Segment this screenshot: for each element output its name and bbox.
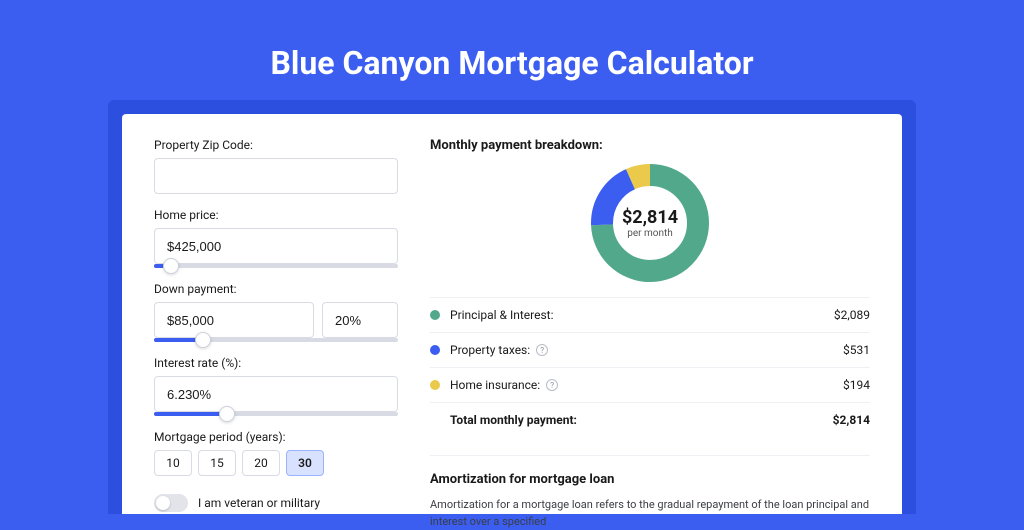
breakdown-column: Monthly payment breakdown: $2,814 per mo… — [430, 138, 870, 514]
legend: Principal & Interest: $2,089 Property ta… — [430, 297, 870, 437]
form-column: Property Zip Code: Home price: Down paym… — [154, 138, 398, 514]
home-price-input[interactable] — [154, 228, 398, 264]
panel-wrapper: Property Zip Code: Home price: Down paym… — [108, 100, 916, 514]
legend-value: $2,089 — [834, 308, 870, 322]
info-icon[interactable]: ? — [536, 344, 548, 356]
info-icon[interactable]: ? — [546, 379, 558, 391]
legend-row-insurance: Home insurance: ? $194 — [430, 368, 870, 403]
period-label: Mortgage period (years): — [154, 430, 398, 444]
donut-wrap: $2,814 per month — [430, 161, 870, 285]
zip-input[interactable] — [154, 158, 398, 194]
period-15-button[interactable]: 15 — [198, 450, 236, 476]
total-value: $2,814 — [833, 413, 870, 427]
field-period: Mortgage period (years): 10 15 20 30 — [154, 430, 398, 476]
slider-thumb[interactable] — [219, 406, 235, 422]
legend-label: Home insurance: ? — [450, 378, 843, 392]
slider-thumb[interactable] — [195, 332, 211, 348]
home-price-label: Home price: — [154, 208, 398, 222]
veteran-toggle[interactable] — [154, 494, 188, 512]
veteran-label: I am veteran or military — [198, 496, 320, 510]
zip-label: Property Zip Code: — [154, 138, 398, 152]
veteran-row: I am veteran or military — [154, 494, 398, 512]
toggle-knob — [156, 496, 170, 510]
period-group: 10 15 20 30 — [154, 450, 398, 476]
slider-thumb[interactable] — [163, 258, 179, 274]
dot-icon — [430, 380, 440, 390]
amortization-text: Amortization for a mortgage loan refers … — [430, 497, 870, 530]
page-title: Blue Canyon Mortgage Calculator — [0, 0, 1024, 100]
field-zip: Property Zip Code: — [154, 138, 398, 194]
amortization-title: Amortization for mortgage loan — [430, 455, 870, 487]
breakdown-title: Monthly payment breakdown: — [430, 138, 870, 153]
dot-icon — [430, 345, 440, 355]
calculator-panel: Property Zip Code: Home price: Down paym… — [122, 114, 902, 514]
donut-center: $2,814 per month — [588, 161, 712, 285]
total-label: Total monthly payment: — [450, 413, 833, 427]
down-payment-slider[interactable] — [154, 338, 398, 342]
donut-chart: $2,814 per month — [588, 161, 712, 285]
home-price-slider[interactable] — [154, 264, 398, 268]
donut-sub: per month — [627, 228, 673, 239]
field-home-price: Home price: — [154, 208, 398, 268]
interest-slider[interactable] — [154, 412, 398, 416]
down-payment-input[interactable] — [154, 302, 314, 338]
legend-row-taxes: Property taxes: ? $531 — [430, 333, 870, 368]
donut-amount: $2,814 — [622, 207, 678, 228]
legend-row-principal: Principal & Interest: $2,089 — [430, 298, 870, 333]
legend-value: $194 — [843, 378, 870, 392]
interest-label: Interest rate (%): — [154, 356, 398, 370]
interest-input[interactable] — [154, 376, 398, 412]
down-payment-pct-input[interactable] — [322, 302, 398, 338]
dot-icon — [430, 310, 440, 320]
field-down-payment: Down payment: — [154, 282, 398, 342]
legend-value: $531 — [843, 343, 870, 357]
legend-label: Principal & Interest: — [450, 308, 834, 322]
period-30-button[interactable]: 30 — [286, 450, 324, 476]
period-10-button[interactable]: 10 — [154, 450, 192, 476]
field-interest: Interest rate (%): — [154, 356, 398, 416]
down-payment-label: Down payment: — [154, 282, 398, 296]
period-20-button[interactable]: 20 — [242, 450, 280, 476]
legend-label: Property taxes: ? — [450, 343, 843, 357]
legend-row-total: Total monthly payment: $2,814 — [430, 403, 870, 437]
